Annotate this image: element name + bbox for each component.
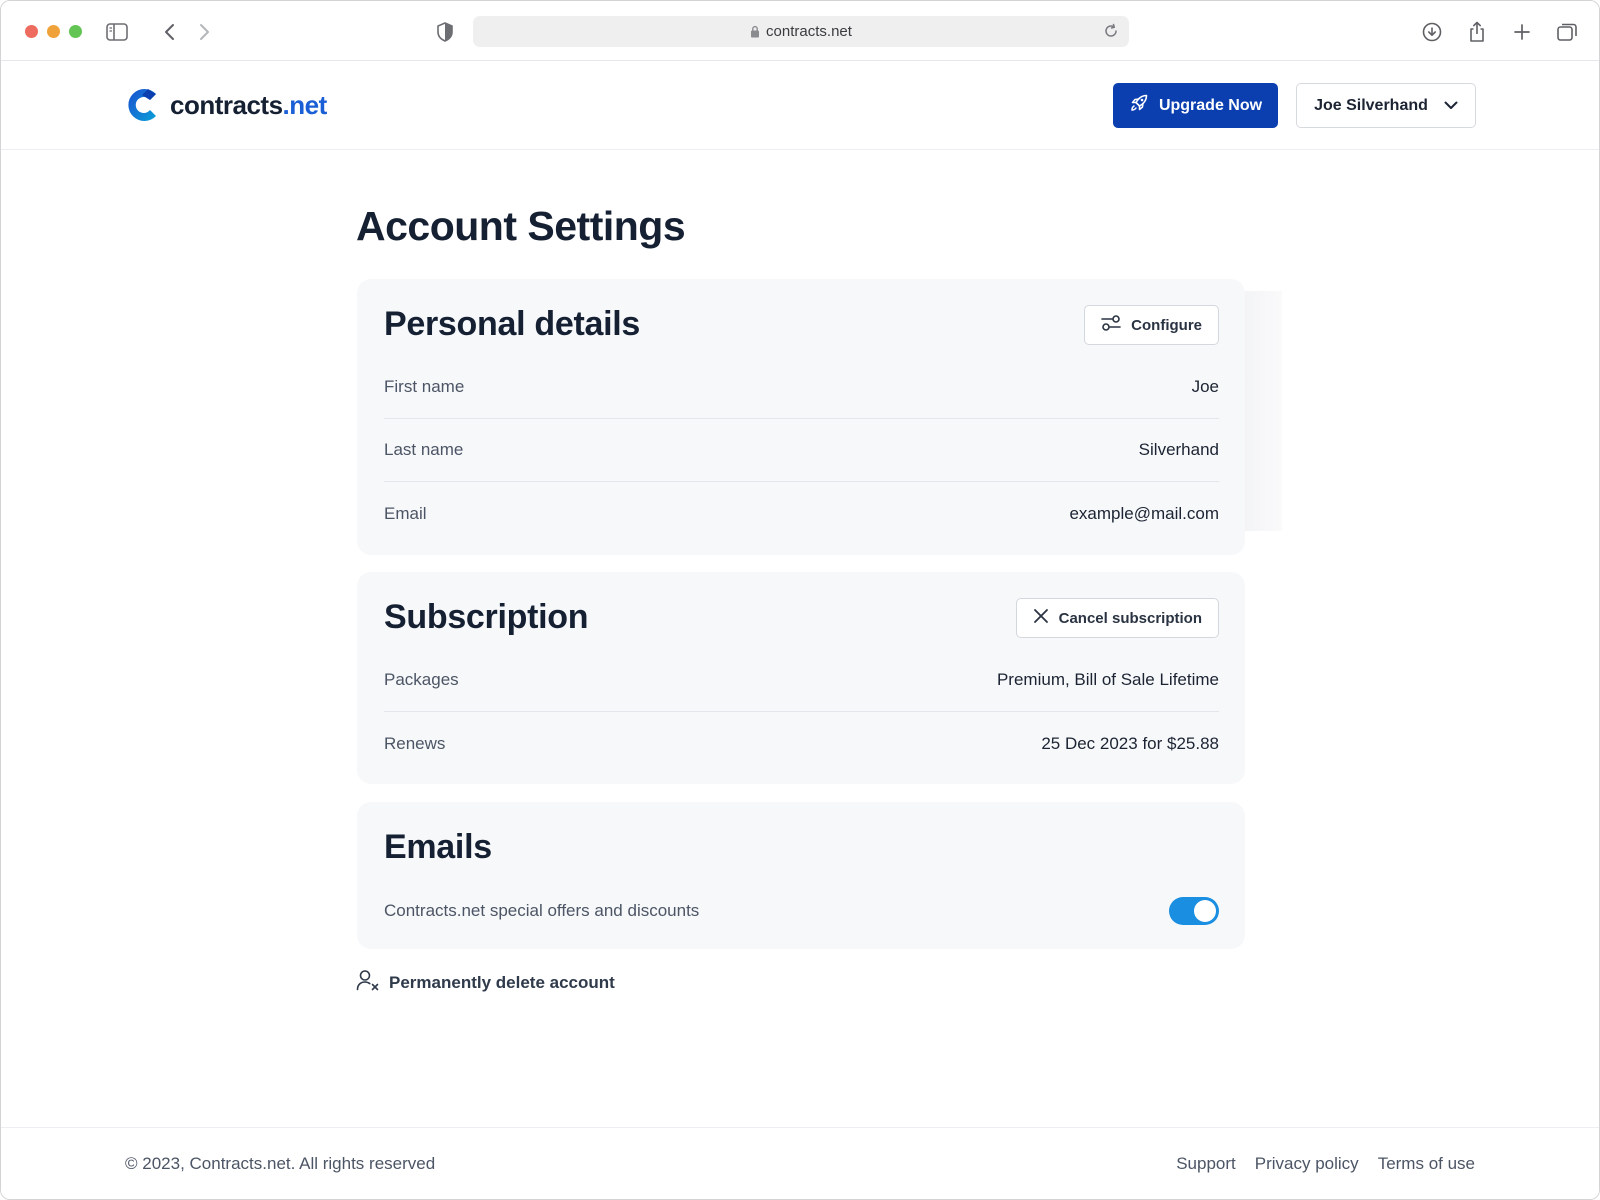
emails-card: Emails Contracts.net special offers and …: [357, 802, 1245, 949]
subscription-card: Subscription Cancel subscription Package…: [357, 572, 1245, 784]
cancel-subscription-button[interactable]: Cancel subscription: [1015, 598, 1219, 638]
logo-mark-icon: [128, 89, 156, 121]
upgrade-now-button[interactable]: Upgrade Now: [1113, 83, 1278, 128]
last-name-row: Last name Silverhand: [384, 419, 1219, 482]
reload-icon[interactable]: [1103, 23, 1119, 39]
page-title: Account Settings: [356, 203, 686, 249]
upgrade-now-label: Upgrade Now: [1158, 96, 1263, 114]
logo-text: contracts.net: [170, 89, 327, 120]
footer-links: Support Privacy policy Terms of use: [1176, 1154, 1475, 1174]
packages-label: Packages: [384, 670, 459, 689]
personal-details-title: Personal details: [384, 305, 640, 343]
lock-icon: [750, 25, 760, 38]
zoom-window-button[interactable]: [69, 25, 82, 38]
renews-row: Renews 25 Dec 2023 for $25.88: [384, 712, 1219, 775]
renews-label: Renews: [384, 733, 446, 753]
user-name: Joe Silverhand: [1314, 96, 1428, 114]
back-icon[interactable]: [157, 20, 181, 44]
privacy-shield-icon[interactable]: [433, 20, 457, 44]
delete-account-link[interactable]: Permanently delete account: [356, 969, 615, 996]
last-name-label: Last name: [384, 440, 464, 459]
cancel-subscription-label: Cancel subscription: [1058, 609, 1202, 627]
site-header: contracts.net Upgrade Now Joe Silverhand: [1, 61, 1599, 150]
forward-icon[interactable]: [193, 20, 217, 44]
url-text: contracts.net: [766, 23, 852, 40]
sidebar-toggle-icon[interactable]: [105, 20, 129, 44]
privacy-policy-link[interactable]: Privacy policy: [1255, 1154, 1359, 1174]
first-name-label: First name: [384, 377, 465, 396]
browser-window: contracts.net contracts.net Upgrade Now …: [0, 0, 1600, 1200]
tab-overview-icon[interactable]: [1555, 20, 1579, 44]
sliders-icon: [1101, 315, 1121, 335]
site-logo[interactable]: contracts.net: [125, 85, 327, 125]
toggle-knob: [1194, 899, 1216, 922]
configure-label: Configure: [1131, 316, 1202, 334]
last-name-value: Silverhand: [1138, 440, 1219, 459]
copyright-text: © 2023, Contracts.net. All rights reserv…: [125, 1154, 436, 1173]
new-tab-icon[interactable]: [1510, 20, 1534, 44]
background-panel: [1244, 291, 1282, 531]
first-name-value: Joe: [1191, 377, 1219, 396]
delete-account-label: Permanently delete account: [389, 972, 615, 992]
emails-title: Emails: [384, 828, 492, 866]
share-icon[interactable]: [1465, 20, 1489, 44]
site-footer: © 2023, Contracts.net. All rights reserv…: [1, 1127, 1599, 1199]
configure-button[interactable]: Configure: [1084, 305, 1219, 345]
browser-toolbar: contracts.net: [1, 1, 1599, 61]
window-controls: [25, 25, 82, 38]
renews-value: 25 Dec 2023 for $25.88: [1041, 733, 1219, 753]
special-offers-toggle[interactable]: [1169, 896, 1219, 925]
first-name-row: First name Joe: [384, 356, 1219, 419]
close-icon: [1033, 608, 1049, 628]
close-window-button[interactable]: [25, 25, 38, 38]
email-row: Email example@mail.com: [384, 482, 1219, 545]
rocket-icon: [1129, 93, 1149, 118]
support-link[interactable]: Support: [1176, 1154, 1236, 1174]
user-menu-button[interactable]: Joe Silverhand: [1296, 83, 1476, 128]
email-label: Email: [384, 503, 427, 523]
packages-value: Premium, Bill of Sale Lifetime: [996, 670, 1219, 689]
special-offers-label: Contracts.net special offers and discoun…: [384, 900, 700, 920]
email-value: example@mail.com: [1069, 503, 1219, 523]
minimize-window-button[interactable]: [47, 25, 60, 38]
special-offers-row: Contracts.net special offers and discoun…: [384, 879, 1219, 942]
packages-row: Packages Premium, Bill of Sale Lifetime: [384, 649, 1219, 712]
downloads-icon[interactable]: [1420, 20, 1444, 44]
personal-details-card: Personal details Configure First name Jo…: [357, 279, 1245, 555]
terms-of-use-link[interactable]: Terms of use: [1378, 1154, 1475, 1174]
chevron-down-icon: [1444, 97, 1458, 115]
subscription-title: Subscription: [384, 598, 589, 636]
remove-user-icon: [356, 969, 380, 996]
address-bar[interactable]: contracts.net: [473, 16, 1129, 47]
